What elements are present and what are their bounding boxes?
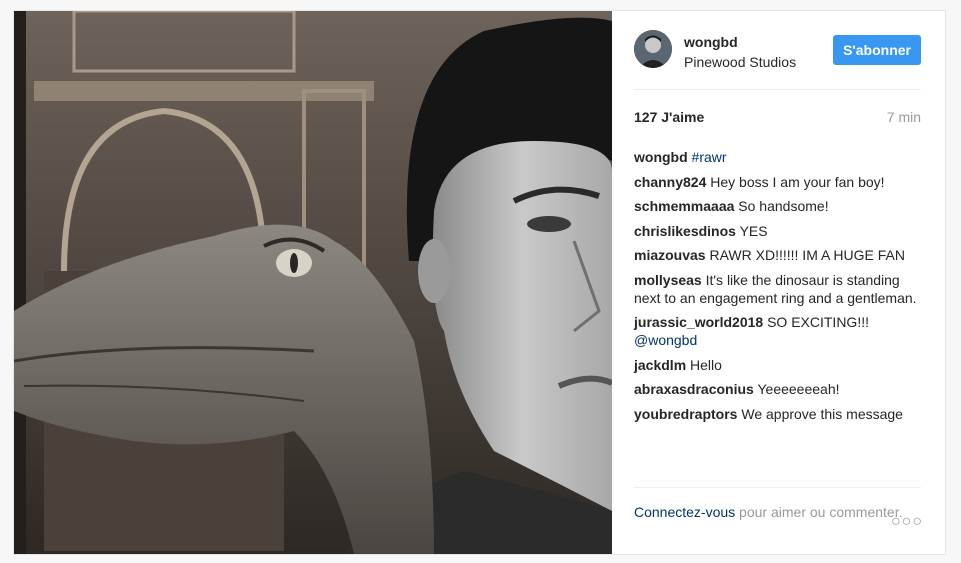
list-item: mollyseas It's like the dinosaur is stan… (634, 271, 925, 307)
likes-count[interactable]: 127 J'aime (634, 109, 704, 125)
header-divider (634, 89, 921, 90)
likes-row: 127 J'aime 7 min (634, 109, 921, 127)
follow-button[interactable]: S'abonner (833, 35, 921, 65)
hashtag-link[interactable]: #rawr (692, 149, 727, 165)
post-header: wongbd Pinewood Studios S'abonner (612, 11, 945, 89)
login-link[interactable]: Connectez-vous (634, 504, 735, 520)
caption-author[interactable]: wongbd (634, 149, 688, 165)
post-time[interactable]: 7 min (887, 109, 921, 125)
list-item: youbredraptors We approve this message (634, 405, 925, 423)
list-item: miazouvas RAWR XD!!!!!! IM A HUGE FAN (634, 246, 925, 264)
selfie-with-raptor-image (14, 11, 612, 554)
list-item: jackdlm Hello (634, 356, 925, 374)
comment-author[interactable]: jurassic_world2018 (634, 314, 763, 330)
list-item: jurassic_world2018 SO EXCITING!!! @wongb… (634, 313, 925, 349)
comment-author[interactable]: youbredraptors (634, 406, 737, 422)
comment-author[interactable]: channy824 (634, 174, 706, 190)
comment-text: RAWR XD!!!!!! IM A HUGE FAN (709, 247, 905, 263)
login-prompt-text: pour aimer ou commenter. (735, 504, 903, 520)
comment-text: YES (739, 222, 768, 239)
comment-text: So handsome! (738, 198, 829, 214)
comment-author[interactable]: mollyseas (634, 272, 702, 288)
login-prompt: Connectez-vous pour aimer ou commenter. (634, 503, 925, 521)
list-item: schmemmaaaa So handsome! (634, 197, 925, 215)
post-card: wongbd Pinewood Studios S'abonner 127 J'… (13, 10, 946, 555)
more-options-icon[interactable]: ○○○ (891, 513, 923, 531)
user-block: wongbd Pinewood Studios (684, 33, 796, 71)
list-item: chrislikesdinos YES (634, 222, 925, 240)
caption: wongbd #rawr (634, 148, 925, 166)
username-link[interactable]: wongbd (684, 33, 796, 51)
comment-text: We approve this message (741, 405, 903, 422)
comment-author[interactable]: chrislikesdinos (634, 223, 736, 239)
list-item: abraxasdraconius Yeeeeeeeah! (634, 380, 925, 398)
comment-author[interactable]: abraxasdraconius (634, 381, 754, 397)
location-link[interactable]: Pinewood Studios (684, 53, 796, 71)
mention-link[interactable]: @wongbd (634, 332, 697, 348)
comment-text: Hello (690, 356, 722, 373)
comment-text: SO EXCITING!!! (767, 314, 869, 330)
comment-text: Hey boss I am your fan boy! (710, 173, 885, 190)
comment-text: Yeeeeeeeah! (757, 381, 840, 397)
post-details-panel: wongbd Pinewood Studios S'abonner 127 J'… (612, 11, 945, 554)
comment-author[interactable]: miazouvas (634, 247, 706, 263)
list-item: channy824 Hey boss I am your fan boy! (634, 173, 925, 191)
post-photo[interactable] (14, 11, 612, 554)
comment-list: wongbd #rawr channy824 Hey boss I am you… (634, 148, 925, 429)
footer-divider (634, 487, 921, 488)
avatar[interactable] (634, 30, 672, 68)
comment-author[interactable]: schmemmaaaa (634, 198, 734, 214)
comment-author[interactable]: jackdlm (634, 357, 686, 373)
